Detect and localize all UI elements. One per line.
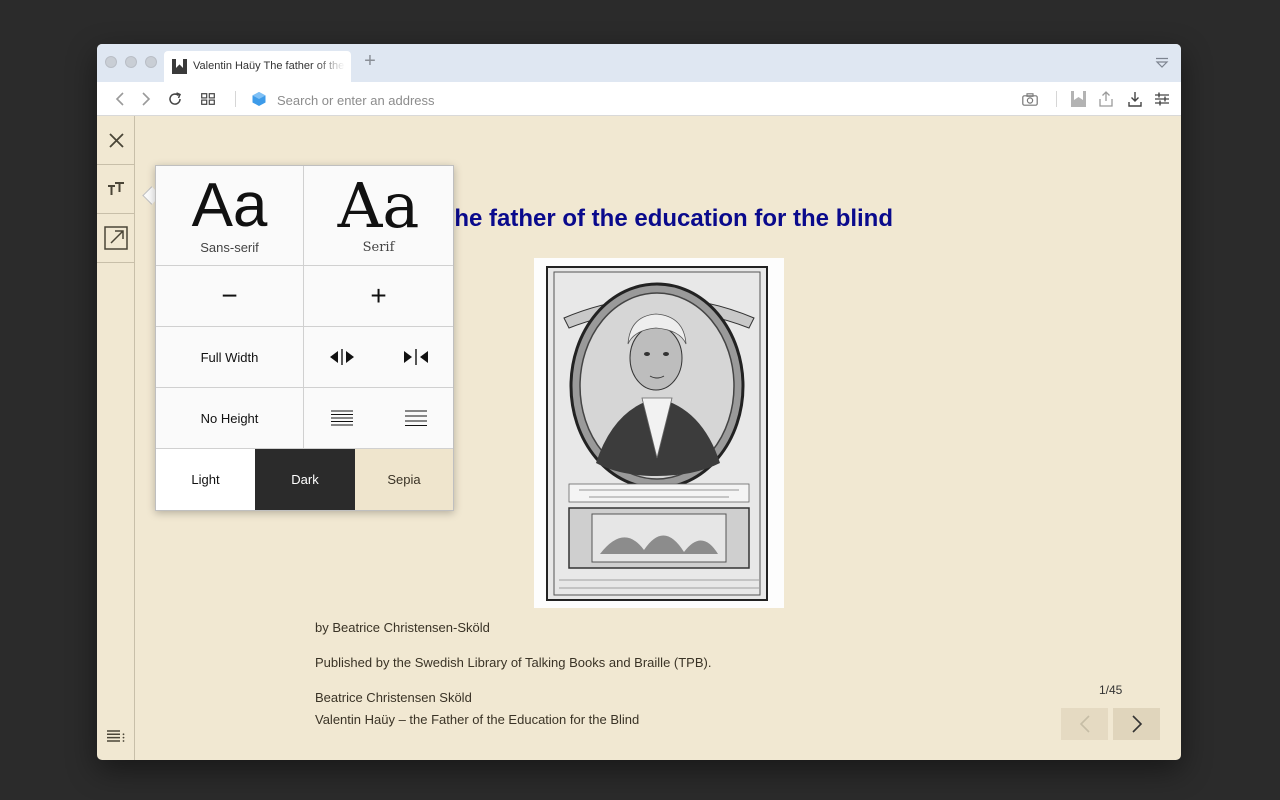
- next-page-button[interactable]: [1113, 708, 1160, 740]
- font-serif-sample: Aa: [337, 169, 420, 242]
- no-line-height-button[interactable]: No Height: [156, 388, 304, 449]
- font-sans-serif-button[interactable]: Aa Sans-serif: [156, 166, 304, 266]
- increase-line-height-button[interactable]: [379, 388, 453, 449]
- open-original-button[interactable]: [97, 214, 135, 263]
- tab-grid-icon: [201, 93, 215, 105]
- back-button[interactable]: [111, 90, 129, 108]
- publisher-line: Published by the Swedish Library of Talk…: [315, 655, 712, 670]
- forward-button[interactable]: [137, 90, 155, 108]
- download-icon: [1128, 92, 1142, 107]
- download-button[interactable]: [1126, 90, 1144, 108]
- reload-icon: [169, 92, 181, 105]
- author-name: Beatrice Christensen Sköld: [315, 690, 472, 705]
- plus-icon: +: [370, 280, 387, 311]
- share-button[interactable]: [1097, 90, 1115, 108]
- font-sans-label: Sans-serif: [200, 240, 259, 255]
- reader-settings-popover: Aa Sans-serif Aa Serif − + Full Width No…: [155, 165, 454, 511]
- previous-page-button[interactable]: [1061, 708, 1108, 740]
- chevron-right-icon: [1131, 715, 1142, 733]
- theme-dark-label: Dark: [291, 472, 319, 487]
- forward-icon: [142, 92, 151, 106]
- contents-list-icon: [107, 729, 125, 742]
- tab-grid-button[interactable]: [199, 90, 217, 108]
- article-title: ŭy The father of the education for the b…: [405, 205, 894, 232]
- full-width-label: Full Width: [200, 349, 259, 365]
- reader-view-icon: [1070, 91, 1086, 107]
- camera-icon: [1022, 92, 1038, 106]
- narrow-column-button[interactable]: [379, 327, 453, 388]
- theme-light-label: Light: [191, 472, 220, 487]
- open-external-icon: [104, 226, 128, 250]
- book-title: Valentin Haüy – the Father of the Educat…: [315, 712, 640, 727]
- page-counter: 1/45: [1099, 683, 1123, 697]
- reader-view-button[interactable]: [1069, 90, 1087, 108]
- theme-sepia-button[interactable]: Sepia: [355, 449, 453, 510]
- window-minimize-button[interactable]: [125, 56, 137, 68]
- reload-button[interactable]: [166, 90, 184, 108]
- tight-lines-icon: [330, 410, 353, 426]
- no-height-label: No Height: [200, 410, 259, 426]
- decrease-line-height-button[interactable]: [304, 388, 379, 449]
- shrink-width-icon: [404, 349, 428, 365]
- portrait-image: [534, 258, 784, 608]
- screenshot-button[interactable]: [1021, 90, 1039, 108]
- font-sans-sample: Aa: [191, 171, 268, 240]
- close-icon: [108, 132, 124, 148]
- chevron-left-icon: [1079, 715, 1090, 733]
- increase-font-size-button[interactable]: +: [304, 266, 453, 327]
- theme-sepia-label: Sepia: [387, 472, 421, 487]
- new-tab-button[interactable]: +: [361, 51, 379, 71]
- window-zoom-button[interactable]: [145, 56, 157, 68]
- loose-lines-icon: [405, 410, 427, 426]
- toolbar-separator: [235, 91, 236, 107]
- font-serif-button[interactable]: Aa Serif: [304, 166, 453, 266]
- window-close-button[interactable]: [105, 56, 117, 68]
- address-input[interactable]: [275, 88, 979, 112]
- font-serif-label: Serif: [362, 240, 395, 255]
- decrease-font-size-button[interactable]: −: [156, 266, 304, 327]
- toolbar-separator: [1056, 91, 1057, 107]
- widen-column-button[interactable]: [304, 327, 379, 388]
- theme-light-button[interactable]: Light: [156, 449, 255, 510]
- text-size-icon: [108, 182, 124, 195]
- settings-sliders-icon: [1155, 92, 1169, 106]
- theme-dark-button[interactable]: Dark: [255, 449, 355, 510]
- site-icon: [252, 92, 266, 106]
- navigation-toolbar: [97, 82, 1181, 116]
- page-settings-button[interactable]: [1153, 90, 1171, 108]
- expand-width-icon: [329, 349, 354, 365]
- share-icon: [1099, 91, 1113, 107]
- byline: by Beatrice Christensen-Sköld: [315, 620, 490, 635]
- reader-sidebar: [97, 116, 135, 760]
- text-settings-button[interactable]: [97, 165, 135, 214]
- site-favicon-icon: [172, 59, 187, 74]
- tab-active[interactable]: Valentin Haüy The father of the educatio…: [164, 51, 351, 82]
- tab-list-icon[interactable]: [1155, 57, 1169, 69]
- back-icon: [115, 92, 124, 106]
- tab-title: Valentin Haüy The father of the educatio…: [193, 60, 345, 72]
- minus-icon: −: [221, 280, 238, 311]
- full-width-button[interactable]: Full Width: [156, 327, 304, 388]
- browser-window: Valentin Haüy The father of the educatio…: [97, 44, 1181, 760]
- tab-strip: Valentin Haüy The father of the educatio…: [97, 44, 1181, 82]
- close-reader-button[interactable]: [97, 116, 135, 165]
- contents-button[interactable]: [97, 711, 135, 760]
